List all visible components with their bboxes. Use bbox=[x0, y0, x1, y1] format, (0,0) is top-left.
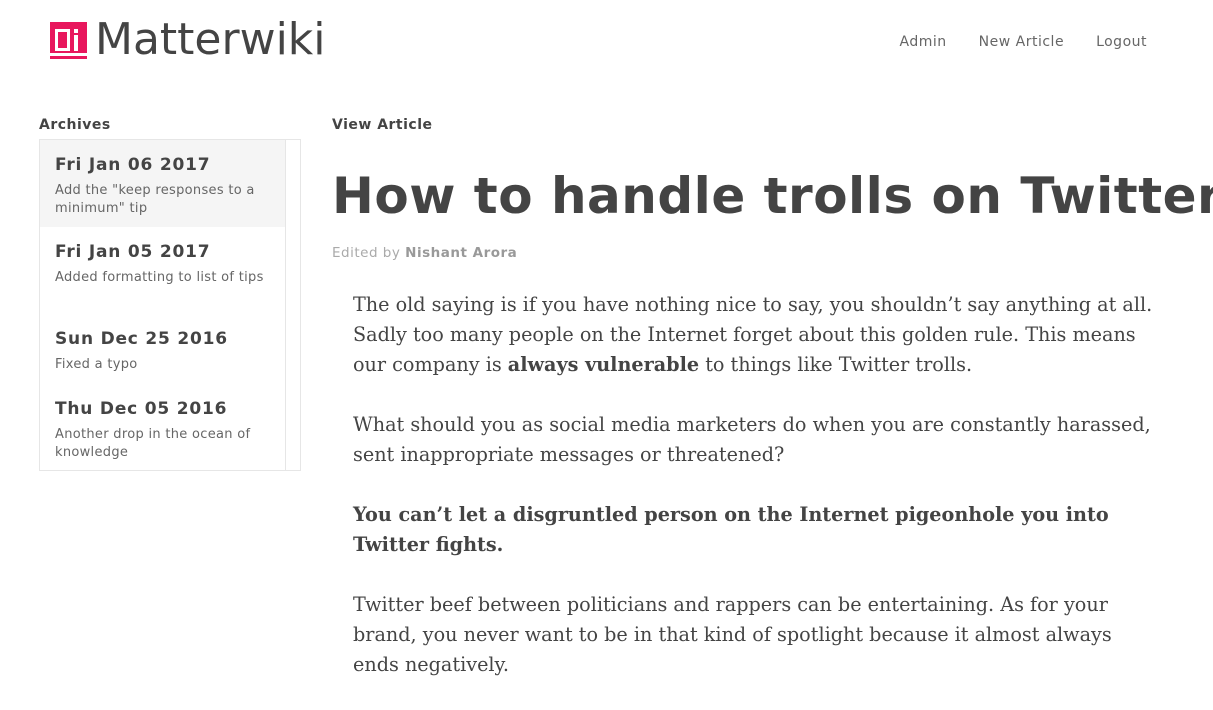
top-nav: Admin New Article Logout bbox=[900, 34, 1147, 50]
article-body: The old saying is if you have nothing ni… bbox=[353, 290, 1153, 710]
paragraph-emphasis: You can’t let a disgruntled person on th… bbox=[353, 503, 1109, 556]
archive-item[interactable]: Thu Dec 05 2016 Another drop in the ocea… bbox=[40, 384, 286, 470]
nav-logout-link[interactable]: Logout bbox=[1096, 34, 1147, 50]
article-paragraph: What should you as social media marketer… bbox=[353, 413, 1151, 466]
logo-icon bbox=[50, 21, 87, 59]
paragraph-emphasis: always vulnerable bbox=[507, 353, 700, 376]
article-paragraph: The old saying is if you have nothing ni… bbox=[353, 290, 1153, 380]
paragraph-text: to things like Twitter trolls. bbox=[699, 353, 973, 376]
nav-admin-link[interactable]: Admin bbox=[900, 34, 947, 50]
archive-item[interactable]: Fri Jan 05 2017 Added formatting to list… bbox=[40, 227, 286, 314]
article-title: How to handle trolls on Twitter bbox=[332, 167, 1213, 225]
nav-new-article-link[interactable]: New Article bbox=[979, 34, 1064, 50]
article-byline: Edited by Nishant Arora bbox=[332, 245, 517, 261]
archive-item-date: Sun Dec 25 2016 bbox=[55, 329, 228, 349]
archive-item-date: Fri Jan 05 2017 bbox=[55, 242, 211, 262]
logo[interactable]: Matterwiki bbox=[50, 18, 326, 62]
archive-item-message: Fixed a typo bbox=[55, 357, 138, 372]
archive-item-message: Add the "keep responses to a minimum" ti… bbox=[55, 183, 255, 216]
article-paragraph: You can’t let a disgruntled person on th… bbox=[353, 500, 1153, 560]
archive-scrollbar[interactable] bbox=[285, 140, 300, 470]
archive-item-date: Thu Dec 05 2016 bbox=[55, 399, 228, 419]
article-paragraph: Twitter beef between politicians and rap… bbox=[353, 593, 1112, 676]
archive-item[interactable]: Fri Jan 06 2017 Add the "keep responses … bbox=[40, 140, 286, 227]
archive-list: Fri Jan 06 2017 Add the "keep responses … bbox=[39, 139, 301, 471]
view-article-heading: View Article bbox=[332, 117, 433, 133]
archive-item-date: Fri Jan 06 2017 bbox=[55, 155, 211, 175]
archives-heading: Archives bbox=[39, 117, 111, 133]
logo-text: Matterwiki bbox=[95, 14, 326, 65]
archive-item-message: Added formatting to list of tips bbox=[55, 270, 264, 285]
archive-item[interactable]: Sun Dec 25 2016 Fixed a typo bbox=[40, 314, 286, 384]
archive-item-message: Another drop in the ocean of knowledge bbox=[55, 427, 251, 460]
byline-author: Nishant Arora bbox=[405, 245, 518, 261]
byline-prefix: Edited by bbox=[332, 245, 401, 261]
